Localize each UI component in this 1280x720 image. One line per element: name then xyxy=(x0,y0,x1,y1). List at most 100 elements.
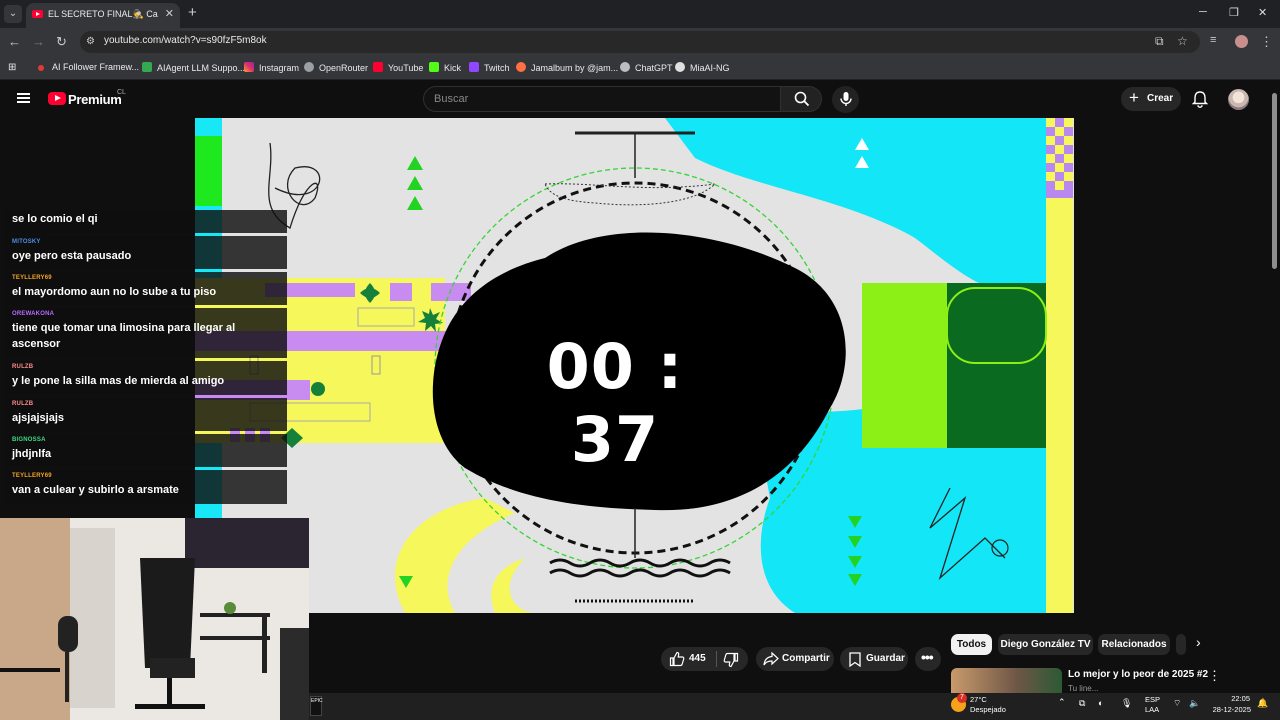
bookmark-star-icon[interactable]: ☆ xyxy=(1177,34,1188,48)
dislike-icon[interactable] xyxy=(723,652,739,668)
media-control-icon[interactable]: ≡ xyxy=(1210,34,1216,46)
input-language[interactable]: ESP xyxy=(1145,695,1160,704)
close-window-button[interactable]: ✕ xyxy=(1258,6,1267,19)
bookmark-item[interactable]: MiaAI-NG xyxy=(675,62,730,74)
search-placeholder: Buscar xyxy=(434,93,469,105)
bookmark-item[interactable]: Twitch xyxy=(469,62,510,74)
menu-icon[interactable]: ⋮ xyxy=(1260,34,1273,50)
chat-username: RULZB xyxy=(12,401,34,407)
weather-temperature[interactable]: 27°C xyxy=(970,695,987,704)
bookmark-item[interactable]: Jamalbum by @jam... xyxy=(516,62,618,74)
save-label: Guardar xyxy=(866,653,905,664)
video-player[interactable]: 00 : 37 xyxy=(195,118,1074,613)
chat-username: MITOSKY xyxy=(12,239,41,245)
wifi-icon[interactable]: ⌔ xyxy=(1173,698,1181,709)
apps-grid-icon[interactable]: ⊞ xyxy=(8,62,16,74)
url-text: youtube.com/watch?v=s90fzF5m8ok xyxy=(104,35,267,46)
browser-tab[interactable]: EL SECRETO FINAL🕵️ Capítulo ✕ xyxy=(26,3,180,28)
notification-center-icon[interactable]: 🔔 xyxy=(1257,698,1268,709)
profile-avatar[interactable] xyxy=(1235,35,1248,48)
youtube-logo-icon[interactable] xyxy=(48,92,66,105)
guide-menu-icon[interactable] xyxy=(17,93,30,103)
chat-message: se lo comio el qi xyxy=(5,210,287,233)
clock-date[interactable]: 28-12-2025 xyxy=(1205,705,1251,714)
chat-message-text: el mayordomo aun no lo sube a tu piso xyxy=(12,286,217,298)
webcam-feed xyxy=(0,518,309,720)
chat-message: TEYLLERY69 el mayordomo aun no lo sube a… xyxy=(5,272,287,305)
share-label: Compartir xyxy=(782,653,830,664)
like-icon[interactable] xyxy=(669,651,685,667)
chat-message: BIGNOSSA jhdjnlfa xyxy=(5,434,287,467)
chat-message: RULZB ajsjajsjajs xyxy=(5,398,287,431)
chat-username: BIGNOSSA xyxy=(12,437,46,443)
clock-time[interactable]: 22:05 xyxy=(1221,694,1250,703)
chip-related[interactable]: Relacionados xyxy=(1098,634,1170,655)
forward-button[interactable]: → xyxy=(32,34,45,49)
minimize-button[interactable]: ─ xyxy=(1199,6,1207,18)
tray-discord-icon[interactable]: ◐ xyxy=(1098,698,1103,708)
like-count[interactable]: 445 xyxy=(689,653,706,664)
suggested-video-thumbnail[interactable] xyxy=(951,668,1062,693)
new-tab-button[interactable]: + xyxy=(188,4,197,21)
suggested-video-title[interactable]: Lo mejor y lo peor de 2025 #2 xyxy=(1068,669,1208,680)
weather-condition[interactable]: Despejado xyxy=(970,705,1006,714)
youtube-premium-logo[interactable]: Premium xyxy=(68,92,122,107)
stream-chat-overlay: se lo comio el qi MITOSKY oye pero esta … xyxy=(0,210,287,510)
tray-app-icon[interactable]: ⧉ xyxy=(1079,698,1085,709)
suggested-video-menu-icon[interactable]: ⋮ xyxy=(1208,668,1221,684)
chip-all[interactable]: Todos xyxy=(951,634,992,655)
bookmark-item[interactable]: YouTube xyxy=(373,62,423,74)
account-avatar[interactable] xyxy=(1228,89,1249,110)
page-scrollbar-thumb[interactable] xyxy=(1272,93,1277,269)
countdown-timer: 00 : 37 xyxy=(546,330,684,476)
bookmark-item[interactable]: AI Follower Framew... xyxy=(38,62,139,74)
chat-message: MITOSKY oye pero esta pausado xyxy=(5,236,287,269)
chat-message-text: van a culear y subirlo a arsmate xyxy=(12,484,179,496)
reload-button[interactable]: ↻ xyxy=(56,34,67,50)
chat-message-text: ajsjajsjajs xyxy=(12,412,64,424)
more-actions-button[interactable]: ••• xyxy=(915,647,941,671)
chat-message: TEYLLERY69 van a culear y subirlo a arsm… xyxy=(5,470,287,504)
windows-taskbar: EPIC 7 27°C Despejado ⌃ ⧉ ◐ 🎙 ESP LAA ⌔ … xyxy=(309,693,1280,720)
tray-overflow-chevron-icon[interactable]: ⌃ xyxy=(1058,697,1066,708)
bookmark-item[interactable]: Instagram xyxy=(244,62,299,74)
back-button[interactable]: ← xyxy=(8,34,21,49)
save-bookmark-icon xyxy=(849,652,861,667)
like-divider xyxy=(716,651,717,667)
tab-close-icon[interactable]: ✕ xyxy=(165,7,174,20)
search-button[interactable] xyxy=(780,86,822,112)
restore-button[interactable]: ❐ xyxy=(1229,6,1239,19)
notifications-bell-icon[interactable] xyxy=(1192,90,1208,108)
bookmark-item[interactable]: Kick xyxy=(429,62,461,74)
search-icon xyxy=(794,91,810,107)
create-label: Crear xyxy=(1147,93,1174,104)
weather-badge: 7 xyxy=(957,693,967,703)
site-info-icon[interactable]: ⚙ xyxy=(86,36,98,48)
chip-partial[interactable] xyxy=(1176,634,1186,655)
bookmark-item[interactable]: ChatGPT xyxy=(620,62,673,74)
input-layout[interactable]: LAA xyxy=(1145,705,1159,714)
bookmark-item[interactable]: AIAgent LLM Suppo... xyxy=(142,62,245,74)
address-bar[interactable]: ⚙ youtube.com/watch?v=s90fzF5m8ok ⧉ ☆ xyxy=(80,31,1200,53)
tray-microphone-icon[interactable]: 🎙 xyxy=(1121,698,1132,709)
install-app-icon[interactable]: ⧉ xyxy=(1155,34,1164,49)
chip-channel[interactable]: Diego González TV xyxy=(998,634,1093,655)
suggested-video-channel[interactable]: Tu line... xyxy=(1068,684,1098,693)
tab-title: EL SECRETO FINAL🕵️ Capítulo xyxy=(48,9,158,19)
chat-message: OREWAKONA tiene que tomar una limosina p… xyxy=(5,308,287,358)
country-code: CL xyxy=(117,89,126,96)
epic-games-icon[interactable]: EPIC xyxy=(310,696,323,716)
chat-message-text: tiene que tomar una limosina para llegar… xyxy=(12,322,236,350)
chips-next-chevron-icon[interactable]: › xyxy=(1196,634,1201,650)
share-button[interactable]: Compartir xyxy=(756,647,834,671)
search-input[interactable]: Buscar xyxy=(423,86,781,112)
browser-nav-bar: ← → ↻ ⚙ youtube.com/watch?v=s90fzF5m8ok … xyxy=(0,28,1280,56)
create-button[interactable]: + Crear xyxy=(1121,87,1181,111)
voice-search-button[interactable] xyxy=(832,86,859,113)
webcam-room-scene xyxy=(0,518,309,720)
tab-search-button[interactable]: ⌄ xyxy=(4,5,22,23)
save-button[interactable]: Guardar xyxy=(840,647,908,671)
bookmark-item[interactable]: OpenRouter xyxy=(304,62,368,74)
more-horizontal-icon: ••• xyxy=(921,649,934,665)
volume-icon[interactable]: 🔈 xyxy=(1189,698,1200,709)
